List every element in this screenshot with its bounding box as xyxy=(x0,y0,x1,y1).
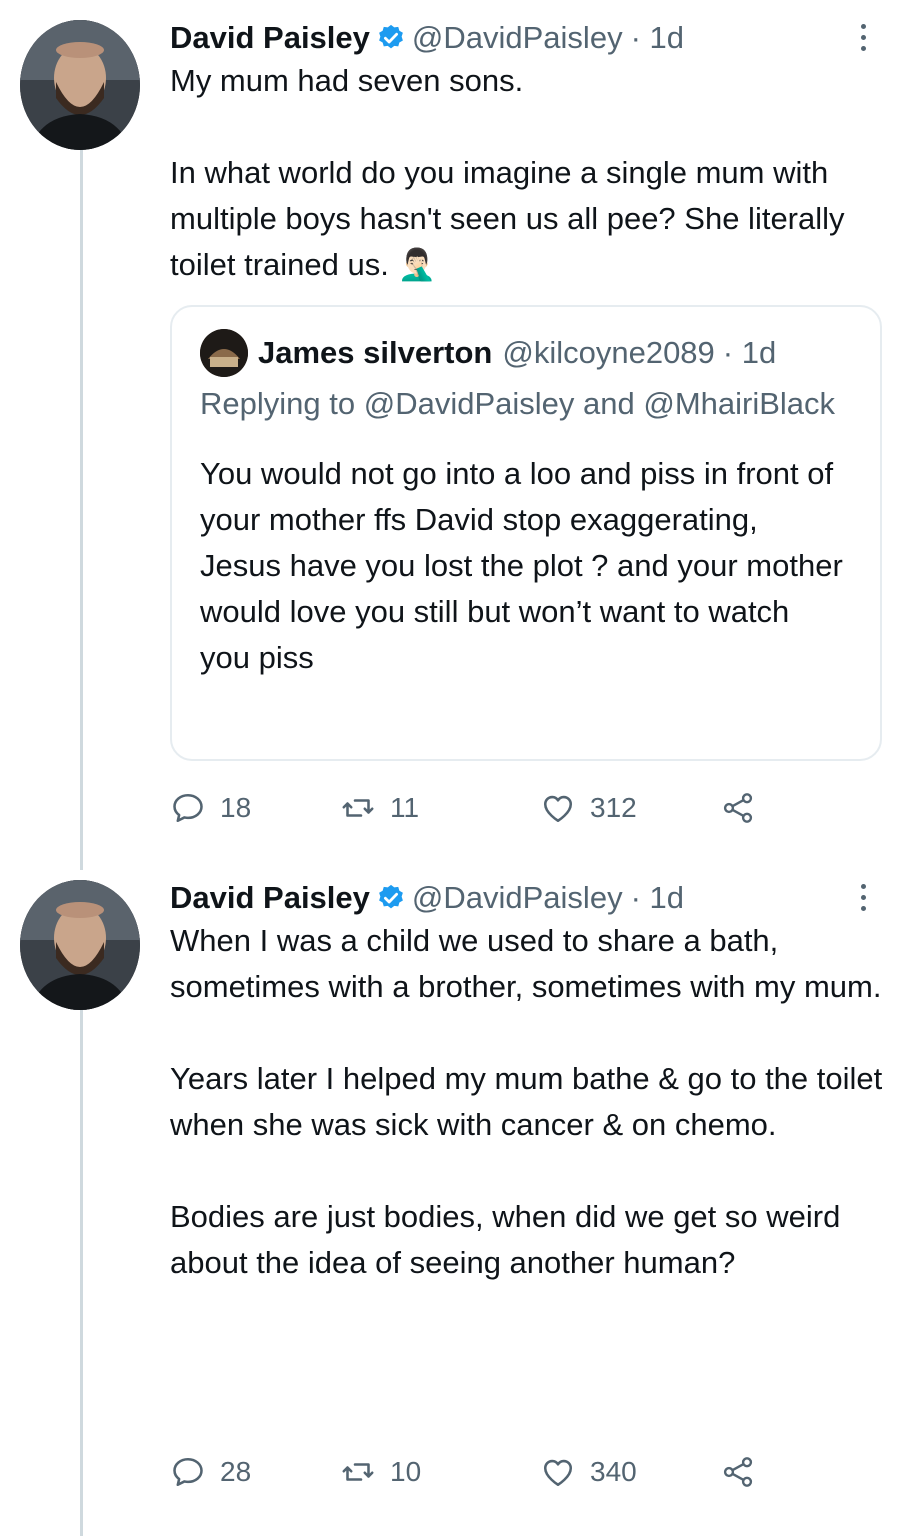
mention-link[interactable]: @MhairiBlack xyxy=(643,386,835,421)
tweet-header: David Paisley @DavidPaisley · 1d xyxy=(170,878,884,918)
timestamp[interactable]: · 1d xyxy=(631,18,684,58)
reply-count: 18 xyxy=(220,792,252,823)
replying-and: and xyxy=(583,386,635,421)
tweet-text: When I was a child we used to share a ba… xyxy=(170,923,882,1004)
retweet-icon xyxy=(342,1463,374,1481)
like-button[interactable]: 312 xyxy=(540,790,720,826)
quote-display-name: James silverton xyxy=(258,335,493,370)
quote-timestamp: · 1d xyxy=(722,335,777,370)
tweet-text: In what world do you imagine a single mu… xyxy=(170,155,845,282)
tweet-text: Years later I helped my mum bathe & go t… xyxy=(170,1061,883,1142)
reply-button[interactable]: 28 xyxy=(170,1454,340,1490)
like-count: 340 xyxy=(590,1456,637,1487)
thread-line xyxy=(80,1010,83,1536)
retweet-button[interactable]: 11 xyxy=(340,790,540,826)
more-icon[interactable] xyxy=(856,884,870,911)
heart-icon xyxy=(543,1459,573,1487)
quote-avatar xyxy=(200,329,248,377)
tweet-text: My mum had seven sons. xyxy=(170,63,524,98)
reply-button[interactable]: 18 xyxy=(170,790,340,826)
mention-link[interactable]: @DavidPaisley xyxy=(364,386,575,421)
verified-badge-icon xyxy=(379,24,403,49)
quote-header: James silverton @kilcoyne2089 · 1d xyxy=(200,329,854,377)
reply-icon xyxy=(173,793,203,823)
quote-tweet[interactable]: James silverton @kilcoyne2089 · 1d Reply… xyxy=(170,305,882,761)
reply-icon xyxy=(173,1457,203,1487)
tweet-text: Bodies are just bodies, when did we get … xyxy=(170,1199,841,1280)
avatar[interactable] xyxy=(20,880,140,1010)
thread-line xyxy=(80,150,83,870)
retweet-count: 10 xyxy=(390,1456,422,1487)
quote-text: You would not go into a loo and piss in … xyxy=(200,456,843,675)
share-icon xyxy=(723,1457,753,1487)
share-button[interactable] xyxy=(720,790,770,826)
tweet[interactable]: David Paisley @DavidPaisley · 1d My mum … xyxy=(0,0,906,870)
replying-prefix: Replying to xyxy=(200,386,356,421)
replying-to: Replying to @DavidPaisley and @MhairiBla… xyxy=(200,381,854,427)
share-button[interactable] xyxy=(720,1454,770,1490)
retweet-icon xyxy=(342,799,374,817)
quote-handle: @kilcoyne2089 xyxy=(502,335,715,370)
retweet-count: 11 xyxy=(390,792,420,823)
display-name[interactable]: David Paisley xyxy=(170,18,370,58)
heart-icon xyxy=(543,795,573,823)
more-icon[interactable] xyxy=(856,24,870,51)
share-icon xyxy=(723,793,753,823)
verified-badge-icon xyxy=(379,884,403,909)
avatar[interactable] xyxy=(20,20,140,150)
retweet-button[interactable]: 10 xyxy=(340,1454,540,1490)
timestamp[interactable]: · 1d xyxy=(631,878,684,918)
handle[interactable]: @DavidPaisley xyxy=(412,18,623,58)
reply-count: 28 xyxy=(220,1456,252,1487)
action-bar: 18 11 312 xyxy=(170,788,770,828)
tweet-header: David Paisley @DavidPaisley · 1d xyxy=(170,18,884,58)
tweet[interactable]: David Paisley @DavidPaisley · 1d When I … xyxy=(0,860,906,1536)
action-bar: 28 10 340 xyxy=(170,1452,770,1492)
like-button[interactable]: 340 xyxy=(540,1454,720,1490)
display-name[interactable]: David Paisley xyxy=(170,878,370,918)
like-count: 312 xyxy=(590,792,637,823)
handle[interactable]: @DavidPaisley xyxy=(412,878,623,918)
